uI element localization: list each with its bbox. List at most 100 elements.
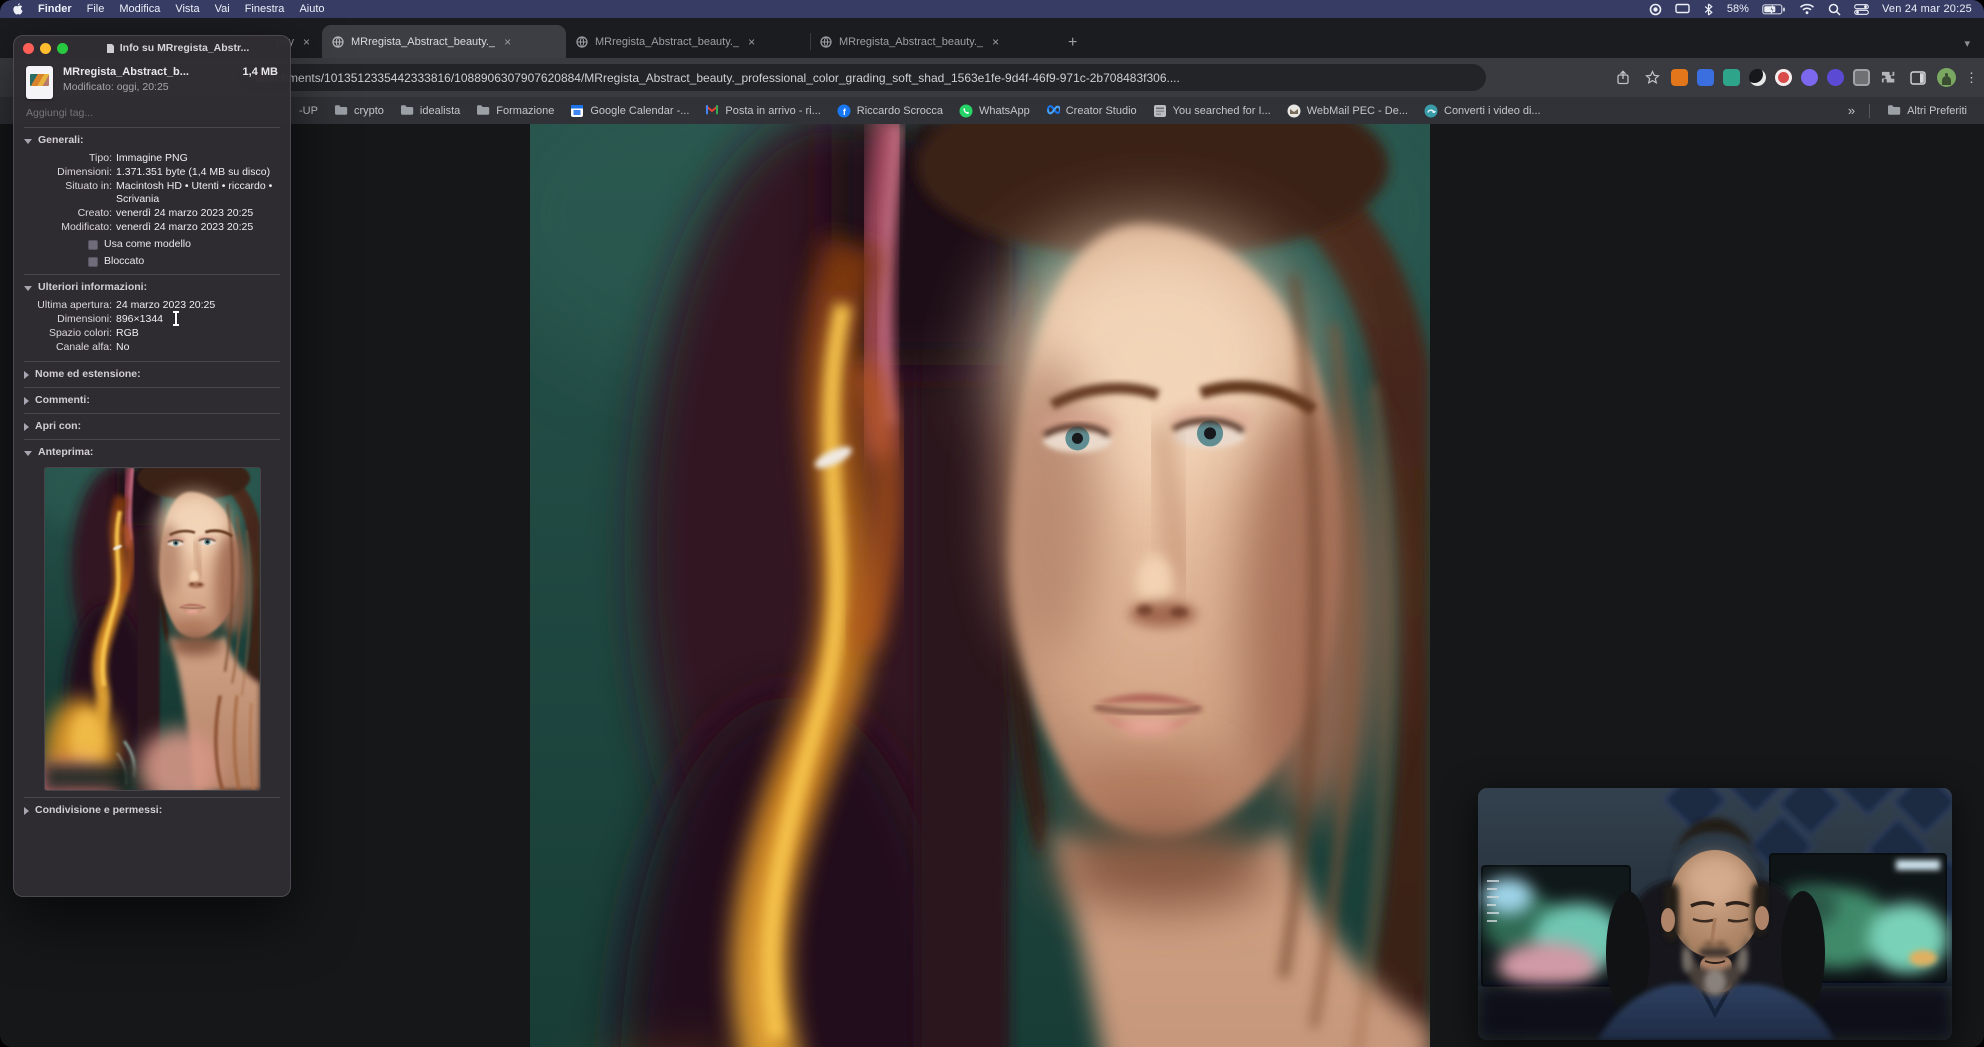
info-row-dimensioni-byte: Dimensioni: 1.371.351 byte (1,4 MB su dis… xyxy=(57,166,271,178)
bookmark-creator-studio[interactable]: Creator Studio xyxy=(1039,101,1144,121)
screen: Finder File Modifica Vista Vai Finestra … xyxy=(0,0,1984,1047)
checkbox-usa-come-modello[interactable]: Usa come modello xyxy=(88,238,280,251)
bookmark-label: WhatsApp xyxy=(978,104,1030,117)
bookmark-star-icon[interactable] xyxy=(1642,68,1662,88)
profile-avatar[interactable] xyxy=(1937,68,1956,87)
menu-item-finder[interactable]: Finder xyxy=(38,3,72,15)
info-row-ultima-apertura: Ultima apertura: 24 marzo 2023 20:25 xyxy=(37,299,216,311)
tab-4[interactable]: MRregista_Abstract_beauty._ × xyxy=(810,25,1054,58)
add-tags-input[interactable] xyxy=(26,107,278,119)
side-panel-icon[interactable] xyxy=(1908,68,1928,88)
bookmark-folder-crypto[interactable]: crypto xyxy=(327,101,391,121)
menu-item-file[interactable]: File xyxy=(87,3,105,15)
menu-item-modifica[interactable]: Modifica xyxy=(119,3,160,15)
tab-close-icon[interactable]: × xyxy=(746,35,757,49)
section-more-info-header[interactable]: Ulteriori informazioni: xyxy=(24,281,280,294)
document-icon xyxy=(106,44,114,53)
tab-close-icon[interactable]: × xyxy=(502,35,513,49)
bookmark-you-searched[interactable]: You searched for I... xyxy=(1146,101,1278,121)
chevron-down-icon xyxy=(24,450,32,456)
tab-label: MRregista_Abstract_beauty._ xyxy=(595,35,740,48)
extension-icon-5[interactable] xyxy=(1775,69,1792,86)
tab-3[interactable]: MRregista_Abstract_beauty._ × xyxy=(566,25,810,58)
section-comments[interactable]: Commenti: xyxy=(14,388,290,413)
checkbox[interactable] xyxy=(88,256,98,267)
tab-label: MRregista_Abstract_beauty._ xyxy=(839,35,984,48)
extension-icon-1[interactable] xyxy=(1671,69,1688,86)
finder-info-window: Info su MRregista_Abstr... MRregista_Abs… xyxy=(13,35,291,897)
png-file-icon xyxy=(26,66,53,99)
spotlight-search-icon[interactable] xyxy=(1828,3,1841,16)
browser-toolbar: /attachments/1013512335442333816/1088906… xyxy=(0,58,1984,97)
new-tab-button[interactable]: + xyxy=(1054,34,1091,58)
bookmark-folder-formazione[interactable]: Formazione xyxy=(469,101,561,121)
menu-item-vista[interactable]: Vista xyxy=(175,3,199,15)
display-icon[interactable] xyxy=(1675,3,1690,15)
bookmarks-overflow-chevron[interactable]: » xyxy=(1844,103,1859,118)
extension-icon-8[interactable] xyxy=(1853,69,1870,86)
tab-close-icon[interactable]: × xyxy=(301,35,312,49)
menu-item-finestra[interactable]: Finestra xyxy=(245,3,285,15)
bookmark-whatsapp[interactable]: WhatsApp xyxy=(952,101,1037,121)
section-open-with[interactable]: Apri con: xyxy=(14,414,290,439)
extension-icon-2[interactable] xyxy=(1697,69,1714,86)
close-traffic-light[interactable] xyxy=(23,43,34,54)
globe-favicon xyxy=(576,35,588,48)
bookmark-webmail-pec[interactable]: WebMail PEC - De... xyxy=(1280,101,1415,121)
info-row-situato-in: Situato in: Macintosh HD • Utenti • ricca… xyxy=(65,180,273,205)
apple-menu-icon[interactable] xyxy=(12,2,23,16)
chevron-right-icon xyxy=(24,396,29,405)
globe-favicon xyxy=(332,35,344,48)
battery-icon[interactable] xyxy=(1762,3,1786,15)
bluetooth-icon[interactable] xyxy=(1703,3,1714,16)
bookmark-label: Google Calendar -... xyxy=(590,104,690,117)
bookmark-up[interactable]: -UP xyxy=(292,102,325,120)
bookmark-gmail[interactable]: Posta in arrivo - ri... xyxy=(698,101,827,121)
tab-strip-chevron-icon[interactable]: ▾ xyxy=(1950,37,1984,58)
tab-2-active[interactable]: MRregista_Abstract_beauty._ × xyxy=(322,25,566,58)
bookmark-label: Riccardo Scrocca xyxy=(856,104,943,117)
menu-item-vai[interactable]: Vai xyxy=(215,3,230,15)
folder-icon xyxy=(400,104,414,118)
browser-menu-kebab-icon[interactable]: ⋮ xyxy=(1965,70,1978,86)
section-preview[interactable]: Anteprima: xyxy=(14,440,290,465)
extension-icon-7[interactable] xyxy=(1827,69,1844,86)
globe-favicon xyxy=(820,35,832,48)
facebook-icon: f xyxy=(837,104,851,118)
menu-bar-clock[interactable]: Ven 24 mar 20:25 xyxy=(1882,3,1972,15)
extension-icon-3[interactable] xyxy=(1723,69,1740,86)
omnibox-url-field[interactable]: /attachments/1013512335442333816/1088906… xyxy=(238,64,1486,91)
minimize-traffic-light[interactable] xyxy=(40,43,51,54)
share-icon[interactable] xyxy=(1613,68,1633,88)
screen-record-icon[interactable] xyxy=(1649,3,1662,16)
section-sharing-permissions[interactable]: Condivisione e permessi: xyxy=(14,798,290,823)
checkbox-label: Usa come modello xyxy=(104,238,191,250)
control-center-icon[interactable] xyxy=(1854,3,1869,15)
artwork-image xyxy=(530,124,1430,1047)
bookmark-folder-idealista[interactable]: idealista xyxy=(393,101,467,121)
file-size: 1,4 MB xyxy=(242,66,278,78)
tab-close-icon[interactable]: × xyxy=(990,35,1001,49)
extension-icon-6[interactable] xyxy=(1801,69,1818,86)
extension-icon-4[interactable] xyxy=(1749,69,1766,86)
folder-icon xyxy=(1887,104,1901,118)
extensions-puzzle-icon[interactable] xyxy=(1879,68,1899,88)
info-window-titlebar[interactable]: Info su MRregista_Abstr... xyxy=(14,36,290,61)
checkbox-bloccato[interactable]: Bloccato xyxy=(88,255,280,268)
zoom-traffic-light[interactable] xyxy=(57,43,68,54)
section-name-extension[interactable]: Nome ed estensione: xyxy=(14,362,290,387)
webmail-icon xyxy=(1287,104,1301,118)
menu-item-aiuto[interactable]: Aiuto xyxy=(299,3,324,15)
bookmark-converti-video[interactable]: Converti i video di... xyxy=(1417,101,1548,121)
whatsapp-icon xyxy=(959,104,973,118)
wifi-icon[interactable] xyxy=(1799,3,1815,15)
bookmarks-bar: -UP crypto idealista Formazione Google C… xyxy=(0,97,1984,124)
bookmark-label: idealista xyxy=(419,104,461,117)
bookmark-google-calendar[interactable]: Google Calendar -... xyxy=(563,101,696,121)
section-general-header[interactable]: Generali: xyxy=(24,134,280,147)
other-bookmarks-folder[interactable]: Altri Preferiti xyxy=(1880,101,1974,121)
info-row-modificato: Modificato: venerdì 24 marzo 2023 20:25 xyxy=(61,221,254,233)
battery-percent: 58% xyxy=(1726,3,1749,15)
bookmark-facebook[interactable]: f Riccardo Scrocca xyxy=(830,101,950,121)
checkbox[interactable] xyxy=(88,239,98,250)
